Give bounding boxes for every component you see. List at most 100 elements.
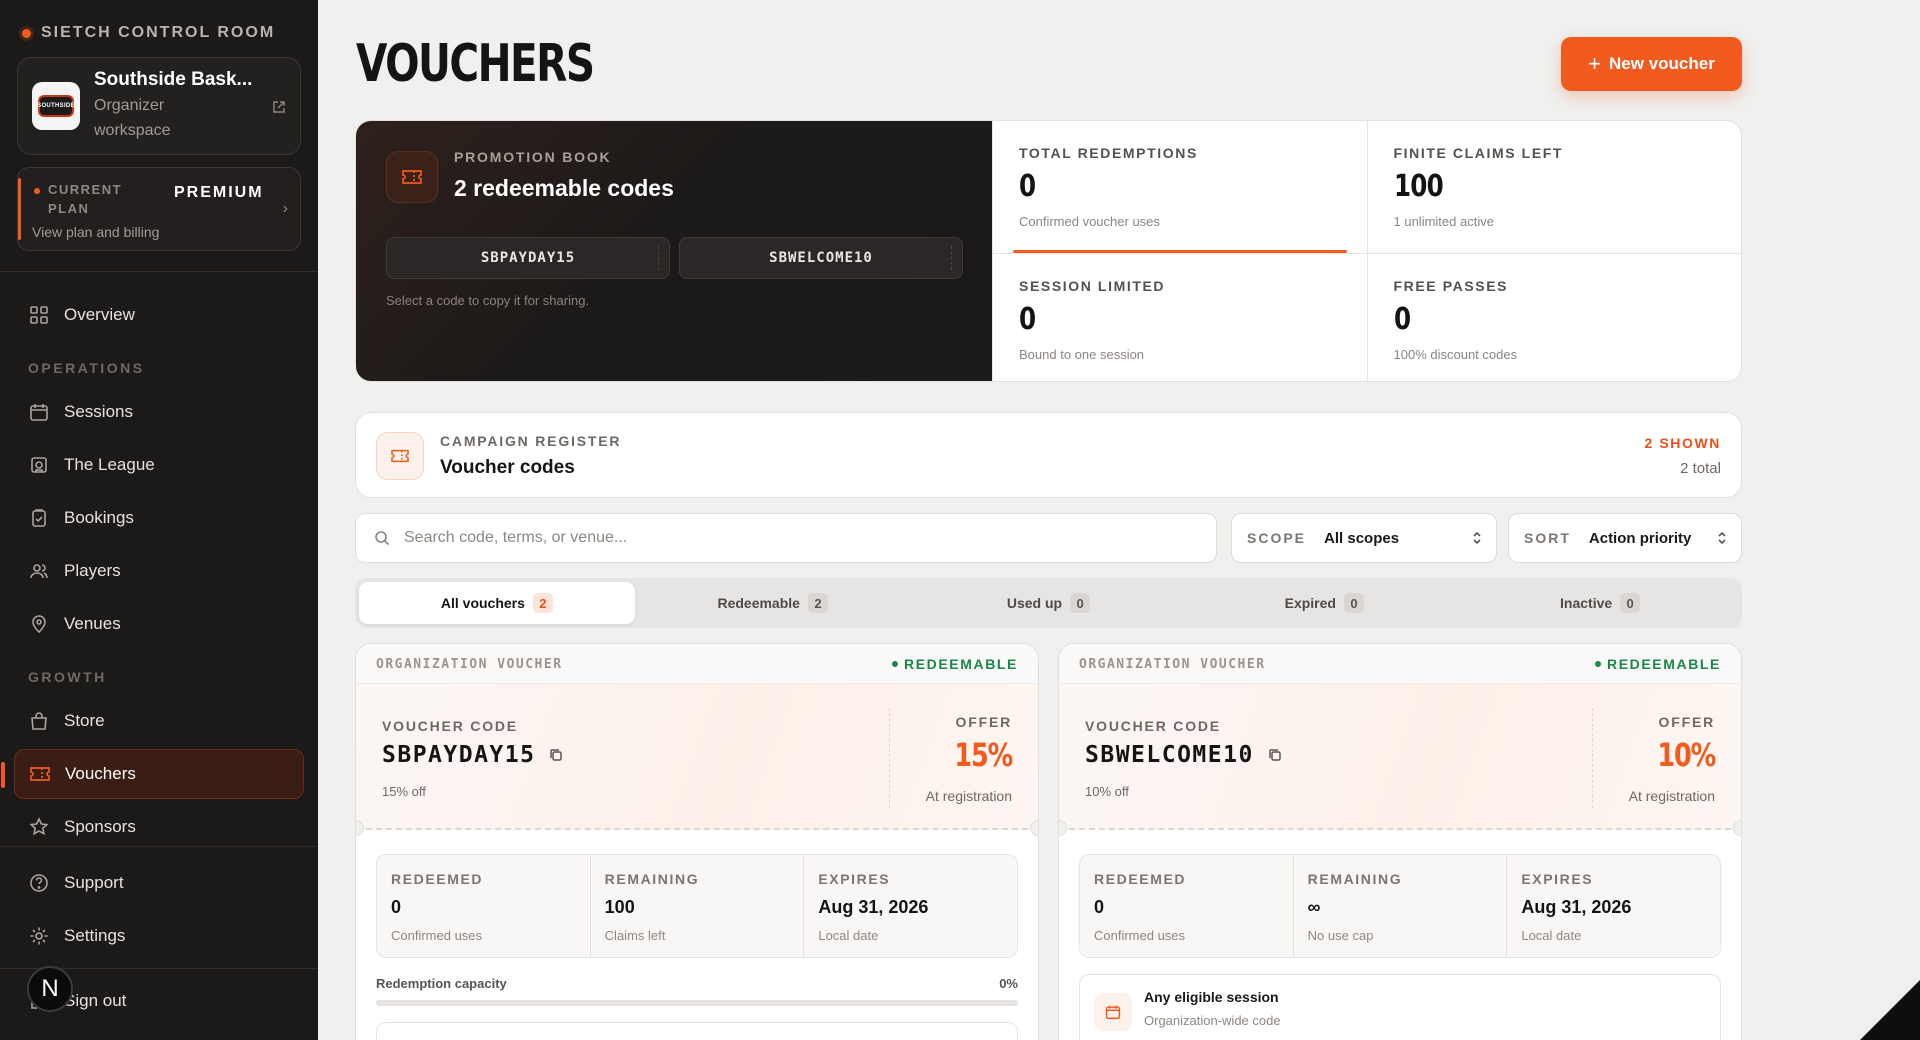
tab-expired[interactable]: Expired 0 [1186,582,1462,624]
new-voucher-label: New voucher [1609,54,1715,73]
sidebar-item-vouchers[interactable]: Vouchers [1,749,304,799]
sidebar-bottom-divider [0,846,318,847]
main-content: VOUCHERS + New voucher PROMOTION BOOK 2 … [318,0,1920,1040]
tab-used-up[interactable]: Used up 0 [911,582,1187,624]
register-eyebrow: CAMPAIGN REGISTER [440,433,622,449]
map-pin-icon [28,613,50,635]
voucher-card[interactable]: ORGANIZATION VOUCHER REDEEMABLE VOUCHER … [355,643,1039,1040]
stats-grid: TOTAL REDEMPTIONS 0 Confirmed voucher us… [992,121,1741,381]
stat-sub: Bound to one session [1019,347,1145,362]
tab-all-vouchers[interactable]: All vouchers 2 [359,582,635,624]
capacity-label: Redemption capacity [376,976,507,991]
tab-redeemable[interactable]: Redeemable 2 [635,582,911,624]
scope-select[interactable]: SCOPE All scopes [1231,513,1497,563]
tab-label: Redeemable [717,595,800,611]
sidebar-item-sessions[interactable]: Sessions [14,387,304,437]
plan-tier: PREMIUM [174,184,264,201]
brand: SIETCH CONTROL ROOM [0,0,318,42]
external-link-icon[interactable] [272,100,286,117]
shopping-bag-icon [28,710,50,732]
metric-remaining: REMAINING 100 Claims left [589,855,804,957]
search-input[interactable]: Search code, terms, or venue... [355,513,1217,563]
voucher-card-header: ORGANIZATION VOUCHER REDEEMABLE [356,644,1038,684]
code-chip[interactable]: SBWELCOME10 [679,237,963,279]
sidebar-item-store[interactable]: Store [14,696,304,746]
app-root: SIETCH CONTROL ROOM SOUTHSIDE Southside … [0,0,1920,1040]
status-text: REDEEMABLE [903,656,1018,672]
copy-icon[interactable] [549,748,563,762]
voucher-status-tabs: All vouchers 2 Redeemable 2 Used up 0 Ex… [355,578,1742,628]
metric-sub: No use cap [1307,928,1374,943]
new-voucher-button[interactable]: + New voucher [1561,37,1742,91]
tab-count: 2 [532,593,553,613]
status-badge: REDEEMABLE [1594,656,1721,672]
sidebar-item-overview[interactable]: Overview [14,290,304,340]
code-chip[interactable]: SBPAYDAY15 [386,237,670,279]
plan-billing-link[interactable]: View plan and billing [32,224,159,240]
sidebar-item-venues[interactable]: Venues [14,599,304,649]
metric-label: REMAINING [604,871,700,887]
workspace-name: Southside Bask... [94,69,253,90]
metric-label: EXPIRES [818,871,891,887]
chevron-right-icon: › [282,200,288,217]
metric-redeemed: REDEEMED 0 Confirmed uses [377,855,590,957]
active-indicator [1,762,5,788]
sidebar-item-label: Vouchers [65,764,136,783]
metric-value: 0 [391,897,402,917]
metric-value: Aug 31, 2026 [818,897,929,917]
workspace-switcher[interactable]: SOUTHSIDE Southside Bask... Organizer wo… [17,57,301,155]
sidebar-item-sponsors[interactable]: Sponsors [14,802,304,852]
sort-value: Action priority [1588,529,1692,547]
voucher-card[interactable]: ORGANIZATION VOUCHER REDEEMABLE VOUCHER … [1058,643,1742,1040]
metric-label: EXPIRES [1521,871,1594,887]
sidebar-item-settings[interactable]: Settings [14,911,304,961]
metric-expires: EXPIRES Aug 31, 2026 Local date [1506,855,1720,957]
workspace-logo-text: SOUTHSIDE [37,95,75,117]
voucher-hero: VOUCHER CODE SBPAYDAY15 15% off OFFER 15… [356,684,1038,836]
ticket-icon [386,151,438,203]
metric-value: 0 [1094,897,1105,917]
tab-inactive[interactable]: Inactive 0 [1462,582,1738,624]
help-circle-icon [28,872,50,894]
stat-session-limited: SESSION LIMITED 0 Bound to one session [992,254,1367,381]
ticket-icon [29,763,51,785]
trophy-icon [28,454,50,476]
campaign-register: CAMPAIGN REGISTER Voucher codes 2 SHOWN … [355,412,1742,498]
sidebar-nav: Overview OPERATIONS Sessions The League … [0,290,318,852]
sort-select[interactable]: SORT Action priority [1508,513,1742,563]
sidebar: SIETCH CONTROL ROOM SOUTHSIDE Southside … [0,0,318,1040]
metric-remaining: REMAINING ∞ No use cap [1292,855,1507,957]
status-badge: REDEEMABLE [891,656,1018,672]
sidebar-item-support[interactable]: Support [14,858,304,908]
stat-finite-claims-left: FINITE CLAIMS LEFT 100 1 unlimited activ… [1366,121,1741,254]
current-plan-card[interactable]: CURRENT PLAN PREMIUM View plan and billi… [17,167,301,251]
copy-icon[interactable] [1268,748,1282,762]
plus-icon: + [1588,51,1602,76]
stat-label: TOTAL REDEMPTIONS [1019,145,1198,161]
grid-icon [28,304,50,326]
sidebar-item-bookings[interactable]: Bookings [14,493,304,543]
user-avatar[interactable]: N [27,966,73,1012]
voucher-metrics: REDEEMED 0 Confirmed uses REMAINING 100 … [376,854,1018,958]
scope-label: SCOPE [1247,530,1307,546]
stat-label: FINITE CLAIMS LEFT [1393,145,1564,161]
sidebar-item-the-league[interactable]: The League [14,440,304,490]
voucher-scope-label: ORGANIZATION VOUCHER [376,657,563,672]
voucher-card-header: ORGANIZATION VOUCHER REDEEMABLE [1059,644,1741,684]
metric-redeemed: REDEEMED 0 Confirmed uses [1080,855,1293,957]
metric-value: 100 [604,897,635,917]
tab-label: All vouchers [440,595,525,611]
voucher-summary: PROMOTION BOOK 2 redeemable codes SBPAYD… [355,120,1742,382]
stat-value: 100 [1393,169,1444,204]
metric-sub: Confirmed uses [391,928,483,943]
sidebar-item-players[interactable]: Players [14,546,304,596]
voucher-description: 10% off [1085,784,1129,799]
tab-label: Expired [1284,595,1336,611]
calendar-icon [1094,993,1132,1031]
sidebar-item-label: Sessions [64,402,133,421]
stat-value: 0 [1019,169,1036,204]
plan-label: CURRENT PLAN [32,180,142,218]
stat-label: FREE PASSES [1393,278,1509,294]
promotion-hint: Select a code to copy it for sharing. [386,293,590,308]
tab-count: 2 [807,593,828,613]
